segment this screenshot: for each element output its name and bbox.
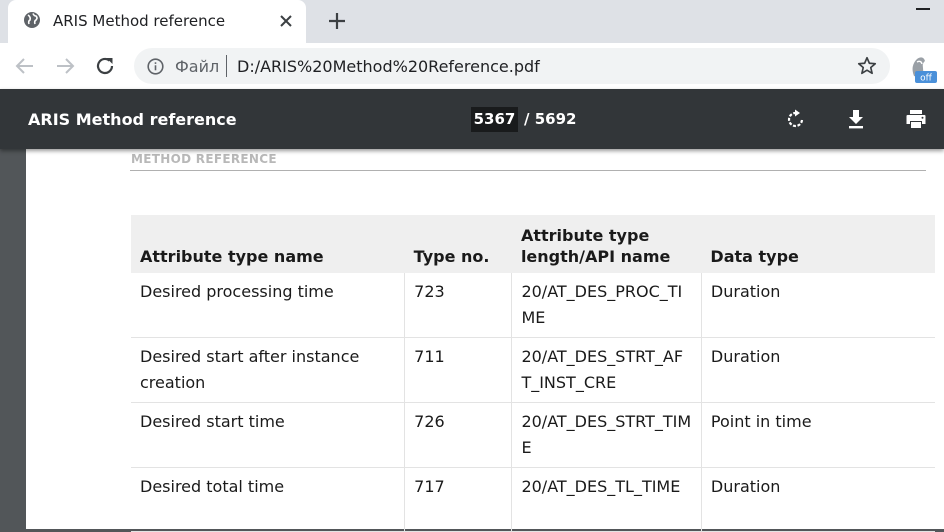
type-number-cell: 717 <box>404 467 513 532</box>
type-number-cell: 726 <box>404 402 513 468</box>
attribute-name-cell: Desired start after instance creation <box>131 337 406 403</box>
url-text[interactable]: D:/ARIS%20Method%20Reference.pdf <box>237 57 540 76</box>
api-name-cell: 20/AT_DES_STRT_AFT_INST_CRE <box>511 337 702 403</box>
column-header: Attribute type name <box>131 215 405 273</box>
download-icon[interactable] <box>844 107 868 131</box>
table-row: Desired start time 726 20/AT_DES_STRT_TI… <box>131 402 935 468</box>
table-header-row: Attribute type name Type no. Attribute t… <box>131 215 935 273</box>
attribute-name-cell: Desired start time <box>131 402 406 468</box>
column-header: Attribute type length/API name <box>511 215 702 273</box>
tab-title: ARIS Method reference <box>53 12 226 30</box>
document-title: ARIS Method reference <box>28 110 237 129</box>
column-header: Data type <box>701 215 935 273</box>
header-divider <box>130 170 926 171</box>
table-row: Desired processing time 723 20/AT_DES_PR… <box>131 273 935 338</box>
extension-badge: off <box>920 74 933 84</box>
column-header: Type no. <box>404 215 512 273</box>
forward-arrow-icon[interactable] <box>53 54 77 78</box>
new-tab-icon[interactable] <box>326 10 348 32</box>
data-type-cell: Duration <box>701 273 935 338</box>
type-number-cell: 723 <box>404 273 513 338</box>
reload-icon[interactable] <box>93 54 117 78</box>
table-row: Desired total time 717 20/AT_DES_TL_TIME… <box>131 467 935 532</box>
type-number-cell: 711 <box>404 337 513 403</box>
browser-tab[interactable]: ARIS Method reference <box>8 0 306 43</box>
data-type-cell: Point in time <box>701 402 935 468</box>
globe-icon <box>24 12 40 28</box>
browser-toolbar: Файл D:/ARIS%20Method%20Reference.pdf of… <box>0 43 944 90</box>
api-name-cell: 20/AT_DES_TL_TIME <box>511 467 702 532</box>
back-arrow-icon[interactable] <box>13 54 37 78</box>
table-row: Desired start after instance creation 71… <box>131 337 935 403</box>
rotate-icon[interactable] <box>784 107 808 131</box>
tab-strip: ARIS Method reference <box>0 0 944 43</box>
attribute-table: Attribute type name Type no. Attribute t… <box>131 215 935 532</box>
url-divider <box>226 55 227 77</box>
data-type-cell: Duration <box>701 337 935 403</box>
data-type-cell: Duration <box>701 467 935 532</box>
pdf-toolbar: ARIS Method reference 5367 / 5692 <box>0 89 944 149</box>
scheme-label: Файл <box>175 57 220 76</box>
address-bar[interactable]: Файл D:/ARIS%20Method%20Reference.pdf <box>134 48 890 84</box>
attribute-name-cell: Desired processing time <box>131 273 406 338</box>
info-icon[interactable] <box>147 58 164 75</box>
attribute-name-cell: Desired total time <box>131 467 406 532</box>
page-total: / 5692 <box>524 110 577 128</box>
api-name-cell: 20/AT_DES_PROC_TIME <box>511 273 702 338</box>
api-name-cell: 20/AT_DES_STRT_TIME <box>511 402 702 468</box>
page-number-input[interactable]: 5367 <box>471 107 518 132</box>
bookmark-star-icon[interactable] <box>856 55 878 77</box>
pdf-document-area[interactable]: METHOD REFERENCE Attribute type name Typ… <box>0 149 944 532</box>
window-minimize-icon[interactable] <box>916 8 930 10</box>
close-tab-icon[interactable] <box>276 11 296 31</box>
section-header: METHOD REFERENCE <box>131 152 277 166</box>
extension-off-icon[interactable]: off <box>904 54 938 84</box>
pdf-page: METHOD REFERENCE Attribute type name Typ… <box>26 149 944 532</box>
print-icon[interactable] <box>904 107 928 131</box>
